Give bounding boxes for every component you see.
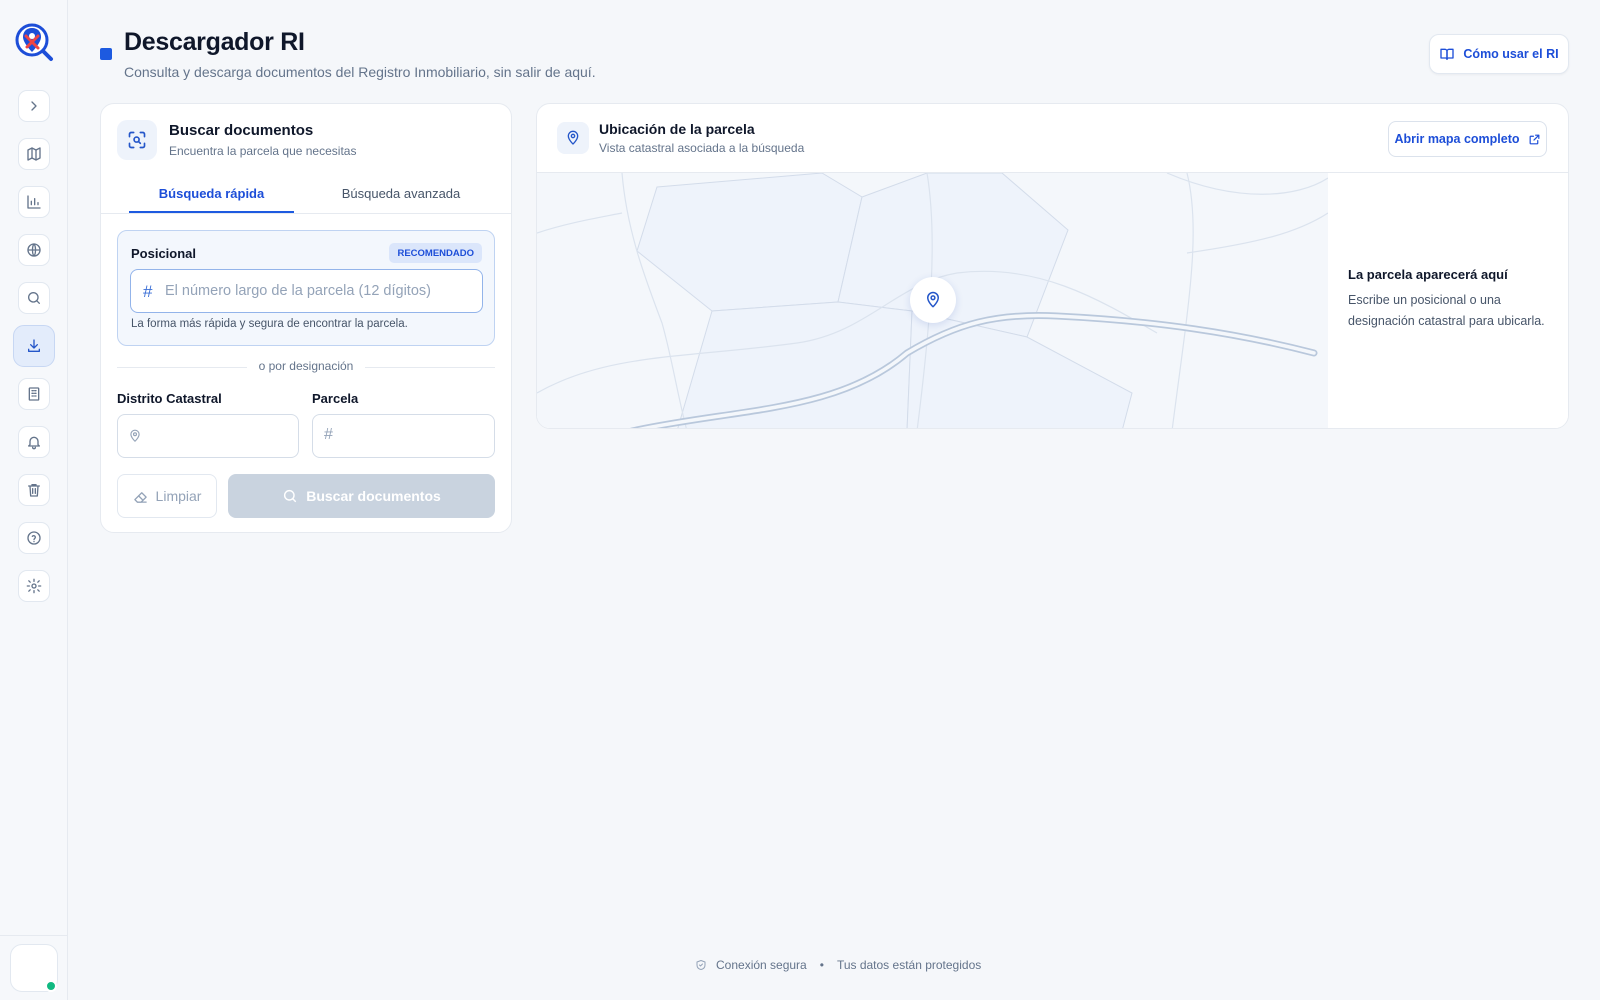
posicional-input[interactable]: [165, 270, 475, 312]
tab-advanced-search[interactable]: Búsqueda avanzada: [311, 186, 491, 210]
divider-line-left: [117, 367, 247, 368]
search-documents-button[interactable]: Buscar documentos: [228, 474, 495, 518]
data-protected-text: Tus datos están protegidos: [836, 958, 982, 972]
tab-quick-search[interactable]: Búsqueda rápida: [129, 186, 294, 210]
bar-chart-icon: [27, 195, 41, 209]
distrito-input[interactable]: [150, 415, 290, 457]
bell-icon: [28, 436, 40, 450]
help-circle-icon: [27, 531, 41, 545]
map-empty-title: La parcela aparecerá aquí: [1348, 267, 1508, 282]
chevron-right-icon: [31, 101, 37, 111]
how-to-use-label: Cómo usar el RI: [1463, 47, 1559, 61]
search-documents-label: Buscar documentos: [306, 488, 441, 504]
sidebar-item-download[interactable]: [13, 325, 55, 367]
distrito-field: [117, 414, 299, 458]
settings-icon: [26, 578, 42, 594]
clear-button[interactable]: Limpiar: [117, 474, 217, 518]
map-icon: [27, 147, 41, 161]
map-preview[interactable]: [537, 172, 1328, 428]
open-full-map-button[interactable]: Abrir mapa completo: [1388, 121, 1547, 157]
hash-icon: #: [324, 426, 333, 443]
shield-icon: [696, 960, 706, 970]
scan-search-icon: [117, 120, 157, 160]
posicional-section: Posicional RECOMENDADO # La forma más rá…: [117, 230, 495, 346]
sidebar-item-help[interactable]: [18, 522, 50, 554]
parcela-field: #: [312, 414, 495, 458]
search-card-title: Buscar documentos: [169, 122, 314, 139]
sidebar-item-settings[interactable]: [18, 570, 50, 602]
eraser-icon: [133, 491, 147, 503]
map-card: Ubicación de la parcela Vista catastral …: [536, 103, 1569, 429]
online-status-dot: [45, 980, 57, 992]
distrito-label: Distrito Catastral: [117, 391, 222, 406]
sidebar-item-globe[interactable]: [18, 234, 50, 266]
map-marker[interactable]: [910, 277, 956, 323]
parcela-label: Parcela: [312, 391, 359, 406]
map-empty-text: Escribe un posicional o una designación …: [1348, 293, 1545, 328]
posicional-field: #: [130, 269, 483, 313]
designation-divider-text: o por designación: [258, 359, 354, 373]
sidebar-item-search[interactable]: [18, 282, 50, 314]
clear-button-label: Limpiar: [155, 488, 202, 504]
sidebar-divider: [0, 935, 68, 936]
tabs-border: [101, 213, 511, 214]
sidebar: [0, 0, 68, 1000]
building-icon: [28, 387, 40, 401]
map-pin-icon: [130, 429, 140, 442]
footer-separator: •: [819, 958, 824, 972]
search-card-subtitle: Encuentra la parcela que necesitas: [169, 144, 357, 158]
search-icon: [284, 489, 297, 503]
external-link-icon: [1529, 134, 1539, 144]
map-pin-icon: [927, 291, 939, 308]
app-logo-icon[interactable]: [14, 22, 54, 64]
globe-icon: [27, 243, 41, 257]
trash-icon: [28, 484, 40, 497]
sidebar-item-buildings[interactable]: [18, 378, 50, 410]
map-pin-icon: [557, 122, 589, 154]
expand-sidebar-button[interactable]: [18, 90, 50, 122]
open-full-map-label: Abrir mapa completo: [1394, 132, 1520, 146]
secure-connection-text: Conexión segura: [716, 958, 807, 972]
divider-line-right: [365, 367, 495, 368]
book-open-icon: [1440, 48, 1455, 60]
active-tab-indicator: [129, 211, 294, 213]
page-title: Descargador RI: [124, 28, 305, 56]
search-card: Buscar documentos Encuentra la parcela q…: [100, 103, 512, 533]
map-card-subtitle: Vista catastral asociada a la búsqueda: [599, 141, 805, 155]
hash-icon: #: [143, 282, 153, 301]
posicional-hint: La forma más rápida y segura de encontra…: [131, 318, 408, 330]
download-icon: [28, 339, 40, 352]
map-empty-state: La parcela aparecerá aquí Escribe un pos…: [1328, 172, 1568, 428]
sidebar-item-stats[interactable]: [18, 186, 50, 218]
recommended-badge: RECOMENDADO: [389, 243, 482, 263]
map-card-title: Ubicación de la parcela: [599, 121, 755, 137]
page-subtitle: Consulta y descarga documentos del Regis…: [124, 64, 596, 80]
sidebar-item-notifications[interactable]: [18, 426, 50, 458]
search-icon: [28, 292, 40, 304]
how-to-use-button[interactable]: Cómo usar el RI: [1429, 34, 1569, 74]
parcela-input[interactable]: [345, 415, 485, 457]
brand-square-icon: [100, 48, 112, 60]
posicional-label: Posicional: [131, 246, 197, 261]
sidebar-item-trash[interactable]: [18, 474, 50, 506]
sidebar-item-map[interactable]: [18, 138, 50, 170]
footer: Conexión segura • Tus datos están proteg…: [695, 958, 981, 972]
